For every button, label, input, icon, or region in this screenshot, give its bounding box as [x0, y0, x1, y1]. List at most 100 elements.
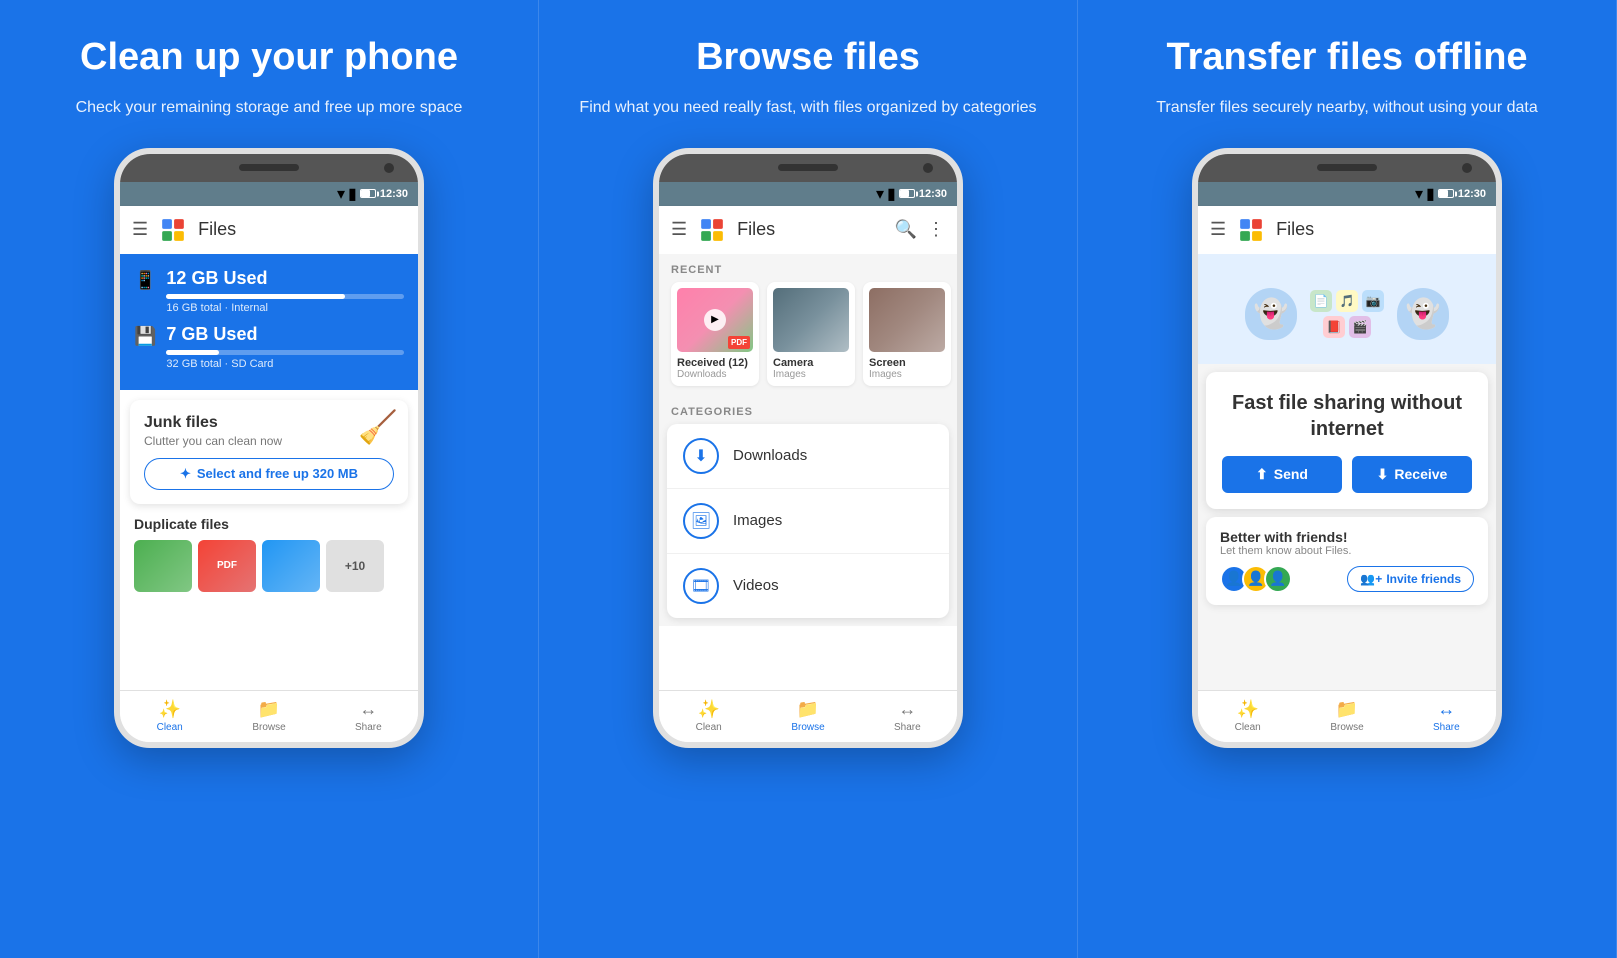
fast-share-card: Fast file sharing without internet ⬆ Sen… [1206, 372, 1488, 509]
nav-clean-3[interactable]: ✨ Clean [1198, 691, 1297, 742]
browse-title: Browse files [696, 36, 920, 80]
browse-nav-icon-2: 📁 [797, 699, 819, 720]
junk-card-title: Junk files [144, 414, 394, 432]
pdf-text: PDF [217, 560, 237, 571]
nav-share-3[interactable]: ↔ Share [1397, 691, 1496, 742]
browse-nav-label-3: Browse [1330, 722, 1363, 733]
transfer-subtitle: Transfer files securely nearby, without … [1156, 96, 1538, 120]
nav-clean-2[interactable]: ✨ Clean [659, 691, 758, 742]
select-free-label: Select and free up 320 MB [197, 466, 358, 481]
phone-notch-3 [1198, 154, 1496, 182]
search-icon-2[interactable]: 🔍 [895, 219, 917, 240]
send-label: Send [1274, 466, 1308, 482]
menu-icon-3[interactable]: ☰ [1210, 219, 1226, 240]
signal-icon-1: ▮ [348, 184, 357, 204]
float-icon-2: 🎵 [1336, 290, 1358, 312]
dup-thumb-1 [134, 540, 192, 592]
invite-card: Better with friends! Let them know about… [1206, 517, 1488, 605]
cat-downloads[interactable]: ⬇ Downloads [667, 424, 949, 489]
avatar-3: 👤 [1264, 565, 1292, 593]
recent-sub-3: Images [869, 369, 945, 380]
transfer-phone: ▾ ▮ 12:30 ☰ Files [1192, 148, 1502, 748]
status-time-3: 12:30 [1458, 188, 1486, 200]
cat-images[interactable]: 🖼 Images [667, 489, 949, 554]
status-icons-3: ▾ ▮ [1415, 184, 1454, 204]
storage-info-sd: 7 GB Used 32 GB total · SD Card [166, 324, 404, 370]
storage-detail-sd: 32 GB total · SD Card [166, 358, 404, 370]
fast-share-title: Fast file sharing without internet [1222, 390, 1472, 442]
images-icon: 🖼 [683, 503, 719, 539]
storage-section: 📱 12 GB Used 16 GB total · Internal 💾 7 … [120, 254, 418, 390]
storage-bar-bg-2 [166, 350, 404, 355]
ghost-left [1245, 288, 1297, 340]
recent-thumb-1: ▶ PDF [677, 288, 753, 352]
share-nav-icon-3: ↔ [1437, 699, 1455, 720]
app-title-2: Files [737, 219, 882, 240]
clean-panel: Clean up your phone Check your remaining… [0, 0, 539, 958]
status-icons-1: ▾ ▮ [337, 184, 376, 204]
recent-name-2: Camera [773, 357, 849, 369]
float-icon-1: 📄 [1310, 290, 1332, 312]
wifi-icon-3: ▾ [1415, 184, 1423, 204]
recent-thumb-2 [773, 288, 849, 352]
floating-icons: 📄 🎵 📷 📕 🎬 [1307, 290, 1387, 338]
play-btn-1: ▶ [704, 309, 726, 331]
recent-card-1[interactable]: ▶ PDF Received (12) Downloads [671, 282, 759, 386]
select-free-button[interactable]: ✦ Select and free up 320 MB [144, 458, 394, 490]
cat-videos[interactable]: 🎞 Videos [667, 554, 949, 618]
recent-label: RECENT [659, 254, 957, 282]
nav-browse-3[interactable]: 📁 Browse [1297, 691, 1396, 742]
nav-share-2[interactable]: ↔ Share [858, 691, 957, 742]
status-time-1: 12:30 [380, 188, 408, 200]
storage-bar-fill-2 [166, 350, 218, 355]
phone-speaker-1 [239, 164, 299, 171]
recent-sub-2: Images [773, 369, 849, 380]
share-nav-label-3: Share [1433, 722, 1460, 733]
transfer-content: 📄 🎵 📷 📕 🎬 Fast file sharing without inte… [1198, 254, 1496, 690]
browse-panel: Browse files Find what you need really f… [539, 0, 1078, 958]
junk-icon: 🧹 [358, 408, 398, 446]
recent-card-3[interactable]: Screen Images [863, 282, 951, 386]
ghost-right [1397, 288, 1449, 340]
share-buttons: ⬆ Send ⬇ Receive [1222, 456, 1472, 493]
bottom-nav-2: ✨ Clean 📁 Browse ↔ Share [659, 690, 957, 742]
storage-bar-bg-1 [166, 294, 404, 299]
app-bar-icons-2: 🔍 ⋮ [895, 219, 945, 240]
clean-nav-label-1: Clean [157, 722, 183, 733]
more-icon-2[interactable]: ⋮ [927, 219, 945, 240]
storage-item-sd: 💾 7 GB Used 32 GB total · SD Card [134, 324, 404, 370]
categories-label: CATEGORIES [659, 396, 957, 424]
float-icon-4: 📕 [1323, 316, 1345, 338]
storage-info-internal: 12 GB Used 16 GB total · Internal [166, 268, 404, 314]
nav-share-1[interactable]: ↔ Share [319, 691, 418, 742]
nav-clean-1[interactable]: ✨ Clean [120, 691, 219, 742]
receive-button[interactable]: ⬇ Receive [1352, 456, 1472, 493]
bottom-nav-1: ✨ Clean 📁 Browse ↔ Share [120, 690, 418, 742]
browse-phone: ▾ ▮ 12:30 ☰ Files 🔍 [653, 148, 963, 748]
phone-speaker-2 [778, 164, 838, 171]
nav-browse-1[interactable]: 📁 Browse [219, 691, 318, 742]
nav-browse-2[interactable]: 📁 Browse [758, 691, 857, 742]
recent-card-2[interactable]: Camera Images [767, 282, 855, 386]
status-icons-2: ▾ ▮ [876, 184, 915, 204]
send-icon: ⬆ [1256, 466, 1268, 483]
phone-cam-1 [384, 163, 394, 173]
signal-icon-2: ▮ [887, 184, 896, 204]
app-logo-1 [160, 217, 186, 243]
invite-friends-button[interactable]: 👥+ Invite friends [1347, 566, 1474, 592]
cat-videos-label: Videos [733, 577, 779, 594]
browse-nav-icon-1: 📁 [258, 699, 280, 720]
battery-icon-3 [1438, 189, 1454, 198]
app-title-3: Files [1276, 219, 1484, 240]
phone-notch-1 [120, 154, 418, 182]
browse-nav-label-2: Browse [791, 722, 824, 733]
add-person-icon: 👥+ [1360, 572, 1382, 586]
menu-icon-2[interactable]: ☰ [671, 219, 687, 240]
send-button[interactable]: ⬆ Send [1222, 456, 1342, 493]
sparkle-icon: ✦ [180, 466, 191, 482]
battery-icon-1 [360, 189, 376, 198]
dup-thumbs: PDF +10 [134, 540, 404, 592]
menu-icon-1[interactable]: ☰ [132, 219, 148, 240]
clean-phone: ▾ ▮ 12:30 ☰ Files [114, 148, 424, 748]
transfer-title: Transfer files offline [1166, 36, 1527, 80]
